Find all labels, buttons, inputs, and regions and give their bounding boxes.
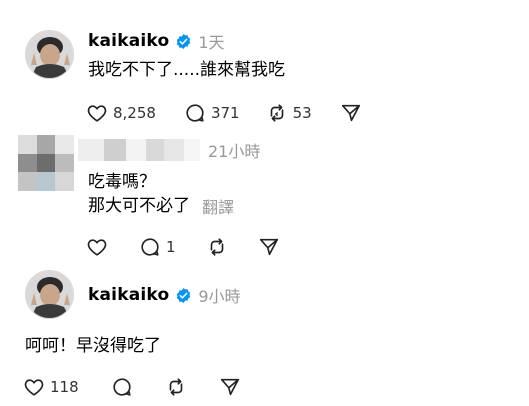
heart-icon (86, 236, 108, 258)
reply-count: 1 (166, 238, 176, 256)
send-icon (219, 376, 241, 398)
send-icon (340, 102, 362, 124)
reply-button[interactable]: 1 (139, 236, 176, 258)
verified-badge-icon (175, 287, 192, 304)
post-text: 呵呵！早沒得吃了 (25, 336, 161, 356)
blurred-username[interactable] (78, 139, 200, 161)
share-button[interactable] (340, 102, 362, 124)
avatar[interactable] (25, 30, 74, 79)
reply-count: 371 (210, 104, 240, 122)
blurred-avatar[interactable] (18, 135, 74, 191)
timestamp: 1天 (198, 33, 225, 52)
post-text: 我吃不下了.....誰來幫我吃 (88, 60, 286, 80)
repost-count: 53 (292, 104, 312, 122)
username[interactable]: kaikaiko (88, 285, 169, 305)
comment-bubble-icon (139, 236, 161, 258)
like-button[interactable]: 8,258 (86, 102, 156, 124)
heart-icon (23, 376, 45, 398)
like-button[interactable]: 118 (23, 376, 79, 398)
like-button[interactable] (86, 236, 108, 258)
repost-button[interactable] (206, 236, 228, 258)
post-actions: 118 (23, 376, 241, 398)
like-count: 118 (50, 378, 79, 396)
translate-link[interactable]: 翻譯 (202, 194, 234, 218)
comment-bubble-icon (184, 102, 206, 124)
share-button[interactable] (258, 236, 280, 258)
comment-bubble-icon (111, 376, 133, 398)
username[interactable]: kaikaiko (88, 31, 169, 51)
repost-button[interactable]: 53 (266, 102, 312, 124)
reply-text-line1: 吃毒嗎？ (88, 172, 156, 192)
verified-badge-icon (175, 33, 192, 50)
post-actions: 8,258 371 53 (86, 102, 362, 124)
avatar[interactable] (25, 270, 74, 319)
reply-text-line2: 那大可不必了 (88, 196, 190, 216)
repost-button[interactable] (165, 376, 187, 398)
repost-icon (165, 376, 187, 398)
repost-icon (266, 102, 288, 124)
timestamp: 21小時 (208, 142, 261, 161)
reply-button[interactable]: 371 (184, 102, 240, 124)
heart-icon (86, 102, 108, 124)
send-icon (258, 236, 280, 258)
share-button[interactable] (219, 376, 241, 398)
repost-icon (206, 236, 228, 258)
reply-actions: 1 (86, 236, 280, 258)
timestamp: 9小時 (198, 287, 241, 306)
reply-button[interactable] (111, 376, 133, 398)
like-count: 8,258 (113, 104, 156, 122)
